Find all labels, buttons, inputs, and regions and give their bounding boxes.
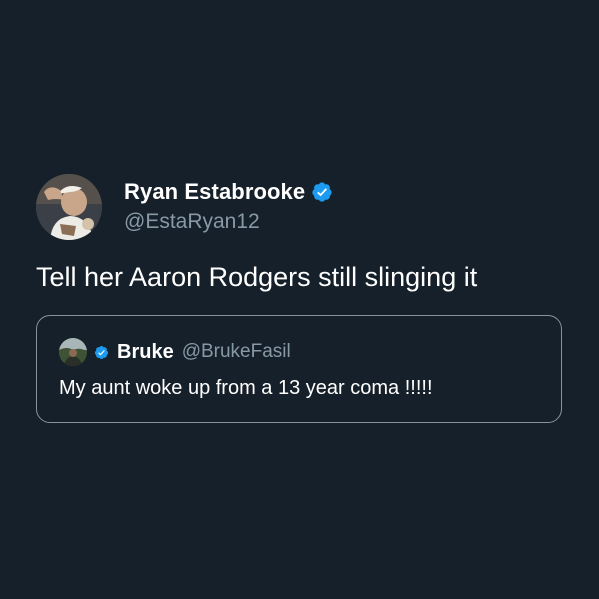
display-name-row: Ryan Estabrooke [124,178,333,206]
quoted-tweet[interactable]: Bruke @BrukeFasil My aunt woke up from a… [36,315,562,423]
author-display-name[interactable]: Ryan Estabrooke [124,179,305,205]
tweet-author-row: Ryan Estabrooke @EstaRyan12 [36,174,564,242]
tweet-screenshot: Ryan Estabrooke @EstaRyan12 Tell her Aar… [0,0,599,599]
author-names: Ryan Estabrooke @EstaRyan12 [124,178,333,234]
author-handle[interactable]: @EstaRyan12 [124,210,333,234]
quoted-tweet-text: My aunt woke up from a 13 year coma !!!!… [59,377,433,399]
profile-photo-icon [36,174,102,240]
quoted-author-avatar[interactable] [59,338,87,366]
verified-badge-icon [94,345,109,359]
quoted-author-row: Bruke @BrukeFasil [59,337,291,367]
tweet-text: Tell her Aaron Rodgers still slinging it [36,262,478,292]
profile-photo-icon [59,338,87,366]
tweet-card: Ryan Estabrooke @EstaRyan12 Tell her Aar… [36,174,564,423]
quoted-author-display-name[interactable]: Bruke [117,341,174,364]
verified-badge-icon [312,182,332,202]
author-avatar[interactable] [36,174,102,240]
quoted-author-handle[interactable]: @BrukeFasil [182,341,291,363]
